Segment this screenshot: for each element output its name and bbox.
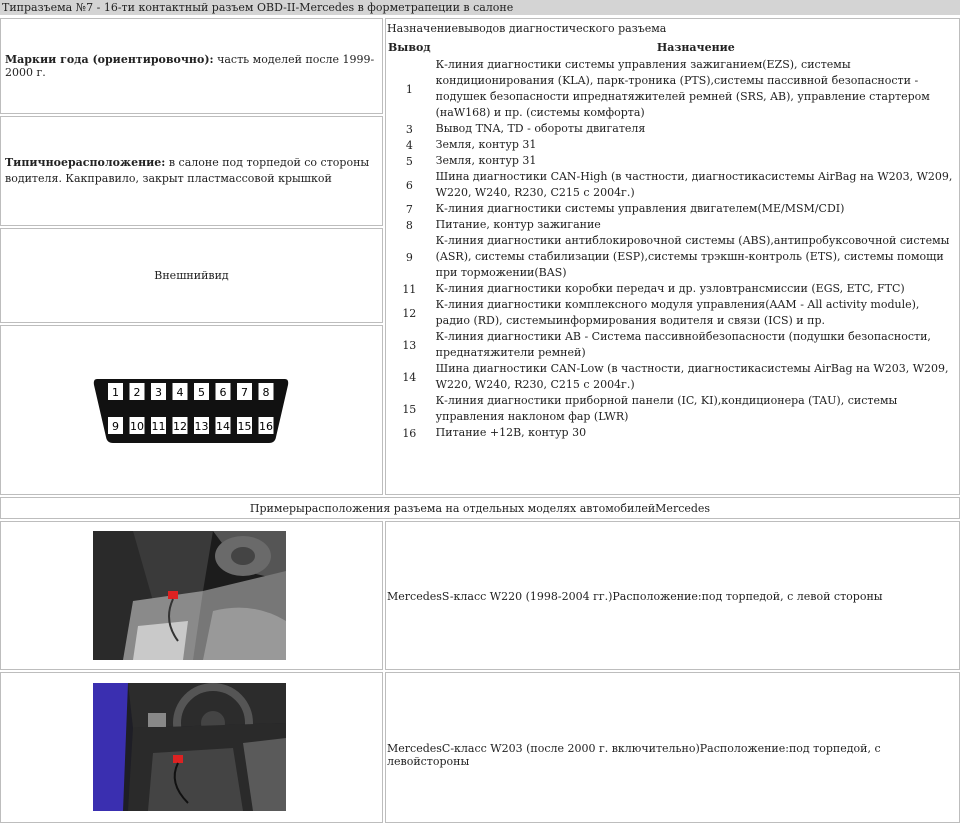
pin-row: 7 К-линия диагностики системы управления …: [388, 201, 956, 217]
connector-pin-label: 5: [198, 386, 205, 399]
pin-description: Шина диагностики CAN-Low (в частности, д…: [435, 362, 949, 391]
connector-pin-label: 6: [220, 386, 227, 399]
pin-description: К-линия диагностики системы управления з…: [435, 58, 930, 119]
connector-pin-label: 11: [152, 420, 166, 433]
pin-number: 7: [405, 202, 413, 216]
pin-description: Шина диагностики CAN-High (в частности, …: [435, 170, 953, 199]
connector-pin-label: 10: [130, 420, 144, 433]
pin-description: К-линия диагностики AB - Система пассивн…: [435, 330, 931, 359]
years-label: Маркии года (ориентировочно):: [5, 53, 214, 66]
pin-row: 4 Земля, контур 31: [388, 137, 956, 153]
photo-w220: [93, 531, 286, 660]
connector-pin-label: 1: [112, 386, 119, 399]
caption-w220: MercedesS-класс W220 (1998-2004 гг.)Расп…: [387, 590, 883, 603]
appearance-cell: Внешнийвид: [0, 228, 383, 323]
pin-number: 13: [402, 338, 417, 352]
location-label: Типичноерасположение:: [5, 156, 166, 169]
pin-description: К-линия диагностики коробки передач и др…: [435, 282, 905, 295]
pin-number: 6: [405, 178, 413, 192]
pins-table: Вывод Назначение 1 К-линия диагностики си…: [388, 38, 956, 441]
examples-title: Примерырасположения разъема на отдельных…: [249, 502, 711, 515]
pin-description: К-линия диагностики комплексного модуля …: [435, 298, 920, 327]
pin-description: Земля, контур 31: [435, 138, 537, 151]
pin-number: 5: [405, 154, 413, 168]
pin-row: 12 К-линия диагностики комплексного модул…: [388, 297, 956, 329]
pin-number: 1: [405, 82, 413, 96]
pin-number: 16: [402, 426, 417, 440]
pin-row: 5 Земля, контур 31: [388, 153, 956, 169]
pin-row: 11 К-линия диагностики коробки передач и …: [388, 281, 956, 297]
connector-pin-label: 2: [134, 386, 141, 399]
connector-pin-label: 12: [173, 420, 187, 433]
pin-number: 9: [405, 250, 413, 264]
pin-row: 16 Питание +12В, контур 30: [388, 425, 956, 441]
pin-description: Земля, контур 31: [435, 154, 537, 167]
obd-connector-image: 12345678 9 10 11 12 13 14 15 16: [93, 379, 289, 443]
photo-w203: [93, 683, 286, 811]
pin-description: Питание +12В, контур 30: [435, 426, 587, 439]
pin-row: 6 Шина диагностики CAN-High (в частности,…: [388, 169, 956, 201]
page-header: Типразъема №7 - 16-ти контактный разъем …: [0, 0, 960, 15]
pin-row: 9 К-линия диагностики антиблокировочной с…: [388, 233, 956, 281]
pin-row: 8 Питание, контур зажигание: [388, 217, 956, 233]
pin-number: 15: [402, 402, 417, 416]
connector-pin-label: 3: [155, 386, 162, 399]
pin-description: К-линия диагностики системы управления д…: [435, 202, 845, 215]
pin-row: 13 К-линия диагностики AB - Система пасси…: [388, 329, 956, 361]
connector-pin-label: 7: [241, 386, 248, 399]
caption-w203: MercedesC-класс W203 (после 2000 г. вклю…: [387, 742, 881, 768]
years-cell: Маркии года (ориентировочно): часть моде…: [0, 18, 383, 114]
connector-pin-label: 4: [177, 386, 184, 399]
pin-number: 8: [405, 218, 413, 232]
pin-description: Питание, контур зажигание: [435, 218, 601, 231]
pin-row: 3 Вывод TNA, TD - обороты двигателя: [388, 121, 956, 137]
appearance-label: Внешнийвид: [154, 269, 229, 282]
connector-pin-label: 15: [238, 420, 252, 433]
pin-row: 14 Шина диагностики CAN-Low (в частности,…: [388, 361, 956, 393]
pin-row: 1 К-линия диагностики системы управления …: [388, 57, 956, 121]
connector-pin-label: 14: [216, 420, 230, 433]
col-purpose-header: Назначение: [656, 41, 735, 54]
location-cell: Типичноерасположение: в салоне под торпе…: [0, 116, 383, 226]
col-pin-header: Вывод: [388, 41, 431, 54]
pin-description: К-линия диагностики приборной панели (IC…: [435, 394, 898, 423]
connector-cell: 12345678 9 10 11 12 13 14 15 16: [0, 325, 383, 495]
pin-number: 12: [402, 306, 417, 320]
pin-number: 14: [402, 370, 417, 384]
pin-description: Вывод TNA, TD - обороты двигателя: [435, 122, 646, 135]
connector-pin-label: 13: [195, 420, 209, 433]
pin-number: 11: [402, 282, 417, 296]
pins-table-title: Назначениевыводов диагностического разъе…: [387, 22, 667, 35]
pin-number: 4: [405, 138, 413, 152]
pin-row: 15 К-линия диагностики приборной панели (…: [388, 393, 956, 425]
connector-pin-label: 16: [259, 420, 273, 433]
pin-number: 3: [405, 122, 413, 136]
pin-description: К-линия диагностики антиблокировочной си…: [435, 234, 950, 279]
connector-pin-label: 8: [263, 386, 270, 399]
connector-pin-label: 9: [112, 420, 119, 433]
